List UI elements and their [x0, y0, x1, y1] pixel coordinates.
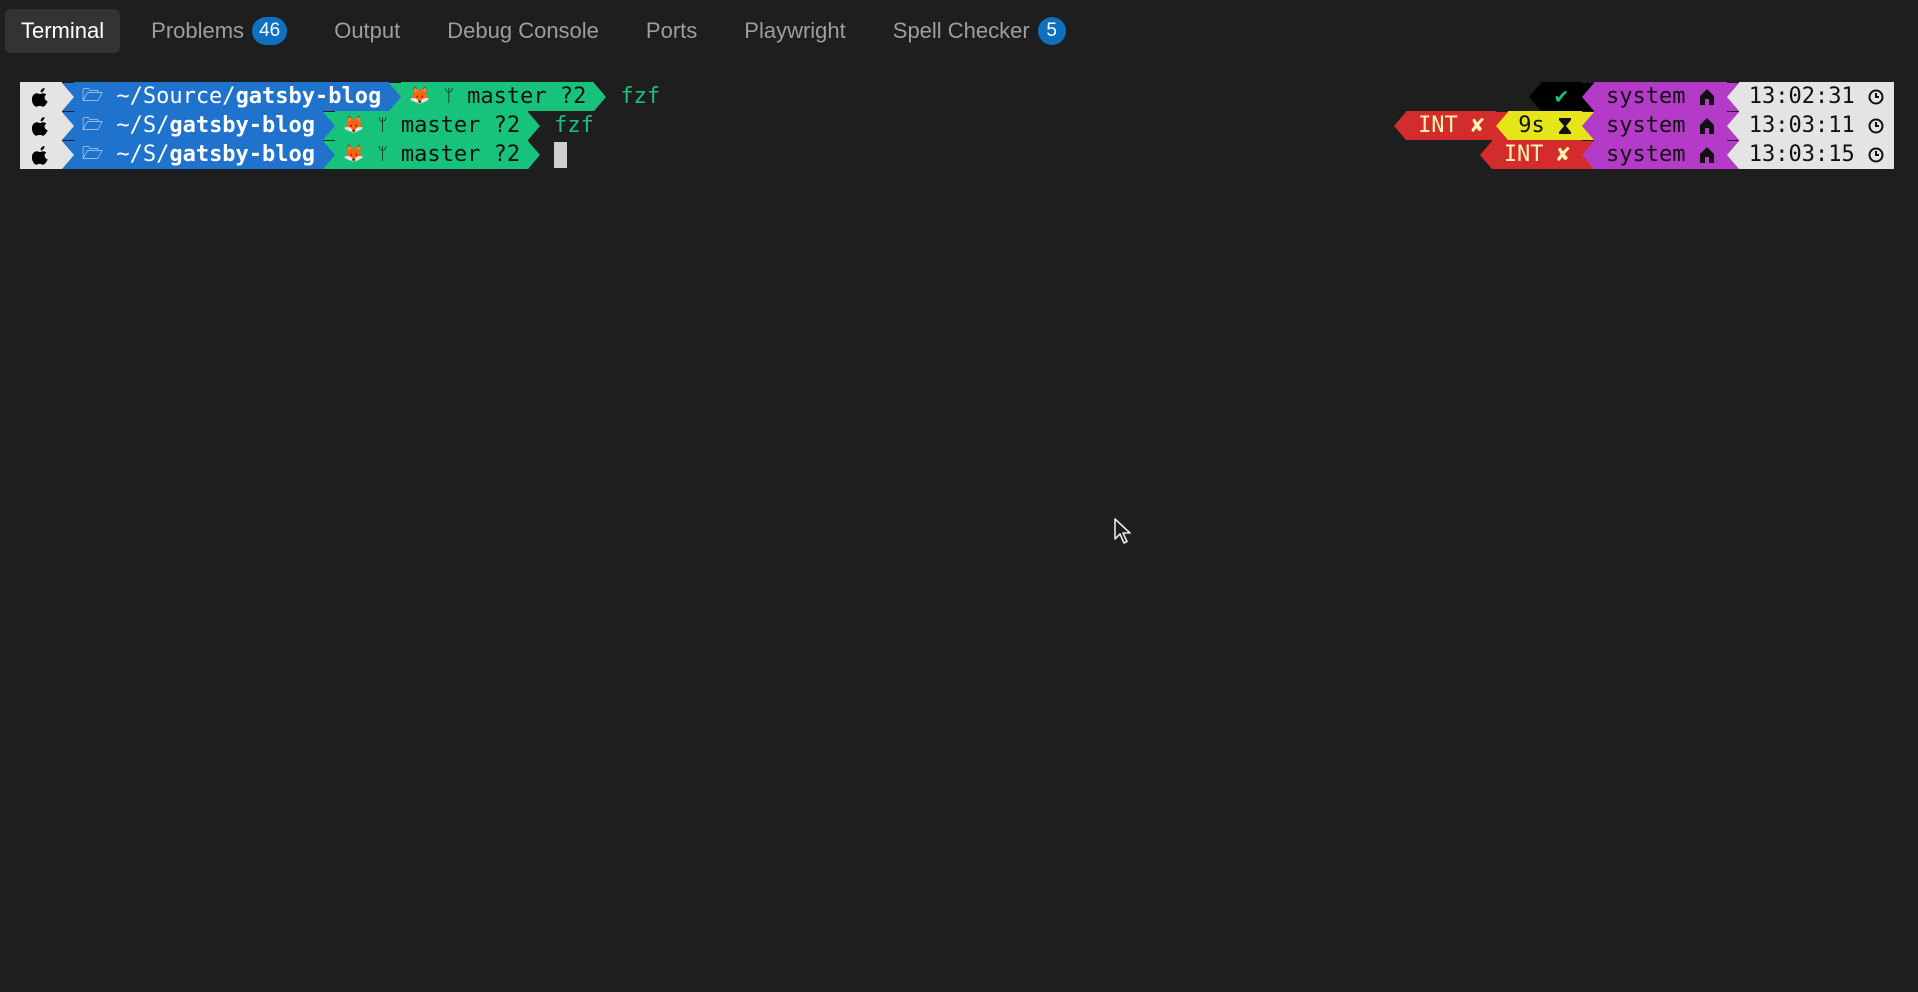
env-segment: system	[1594, 111, 1727, 140]
clock-icon	[1868, 118, 1884, 133]
command-text: fzf	[620, 84, 661, 109]
git-segment: 🦊 ᛘ master ?2	[335, 140, 529, 169]
tab-label: Debug Console	[447, 18, 599, 43]
right-prompt-line: ✔ system 13:02:31	[1528, 82, 1894, 111]
clock-icon	[1868, 89, 1884, 104]
duration-segment: 9s	[1508, 111, 1583, 140]
git-branch-icon: ᛘ	[377, 115, 388, 135]
os-segment	[20, 82, 62, 111]
git-branch-icon: ᛘ	[377, 144, 388, 164]
status-error-segment: INT ✘	[1491, 140, 1583, 169]
tab-playwright[interactable]: Playwright	[728, 9, 861, 53]
directory-segment: 🗁 ~/Source/gatsby-blog	[74, 82, 390, 111]
apple-icon	[32, 87, 48, 107]
status-ok-segment: ✔	[1540, 82, 1583, 111]
terminal-area[interactable]: 🗁 ~/Source/gatsby-blog 🦊 ᛘ master ?2 fzf…	[0, 62, 1918, 992]
tab-label: Ports	[645, 18, 698, 43]
home-icon	[1699, 88, 1714, 105]
apple-icon	[32, 145, 48, 165]
home-icon	[1699, 146, 1714, 163]
os-segment	[20, 140, 62, 169]
git-branch-icon: ᛘ	[443, 86, 454, 106]
folder-open-icon: 🗁	[82, 115, 104, 135]
folder-open-icon: 🗁	[82, 144, 104, 164]
tab-ports[interactable]: Ports	[630, 9, 713, 53]
tab-problems[interactable]: Problems 46	[135, 9, 303, 53]
spell-checker-count-badge: 5	[1037, 17, 1066, 45]
tab-debug-console[interactable]: Debug Console	[431, 9, 615, 53]
folder-open-icon: 🗁	[82, 86, 104, 106]
tab-terminal[interactable]: Terminal	[5, 9, 121, 53]
apple-icon	[32, 116, 48, 136]
right-prompt-line: INT ✘ 9s system 13:03:11	[1394, 111, 1894, 140]
problems-count-badge: 46	[252, 17, 288, 45]
tab-label: Problems	[151, 18, 245, 43]
command-text: fzf	[554, 113, 594, 138]
os-segment	[20, 111, 62, 140]
tab-output[interactable]: Output	[318, 9, 416, 53]
directory-segment: 🗁 ~/S/gatsby-blog	[74, 111, 324, 140]
tab-label: Playwright	[744, 18, 846, 43]
gitlab-icon: 🦊	[343, 144, 365, 164]
panel-tab-bar: Terminal Problems 46 Output Debug Consol…	[0, 0, 1918, 62]
env-segment: system	[1594, 82, 1727, 111]
tab-label: Spell Checker	[892, 18, 1030, 43]
terminal-cursor[interactable]	[554, 141, 568, 168]
time-segment: 13:03:11	[1738, 111, 1894, 140]
status-error-segment: INT ✘	[1406, 111, 1497, 140]
time-segment: 13:02:31	[1738, 82, 1894, 111]
directory-segment: 🗁 ~/S/gatsby-blog	[74, 140, 324, 169]
clock-icon	[1868, 147, 1884, 162]
prompt-line: 🗁 ~/S/gatsby-blog 🦊 ᛘ master ?2 fzf	[20, 111, 594, 140]
time-segment: 13:03:15	[1738, 140, 1894, 169]
git-segment: 🦊 ᛘ master ?2	[401, 82, 595, 111]
gitlab-icon: 🦊	[409, 86, 431, 106]
env-segment: system	[1594, 140, 1727, 169]
tab-spell-checker[interactable]: Spell Checker 5	[877, 9, 1082, 53]
gitlab-icon: 🦊	[343, 115, 365, 135]
tab-label: Output	[334, 18, 401, 43]
hourglass-icon	[1559, 117, 1572, 134]
mouse-pointer-icon	[1114, 518, 1131, 544]
git-segment: 🦊 ᛘ master ?2	[335, 111, 529, 140]
right-prompt-line: INT ✘ system 13:03:15	[1479, 140, 1894, 169]
prompt-line: 🗁 ~/S/gatsby-blog 🦊 ᛘ master ?2	[20, 140, 568, 169]
tab-label: Terminal	[21, 18, 105, 43]
prompt-line: 🗁 ~/Source/gatsby-blog 🦊 ᛘ master ?2 fzf	[20, 82, 660, 111]
home-icon	[1699, 117, 1714, 134]
